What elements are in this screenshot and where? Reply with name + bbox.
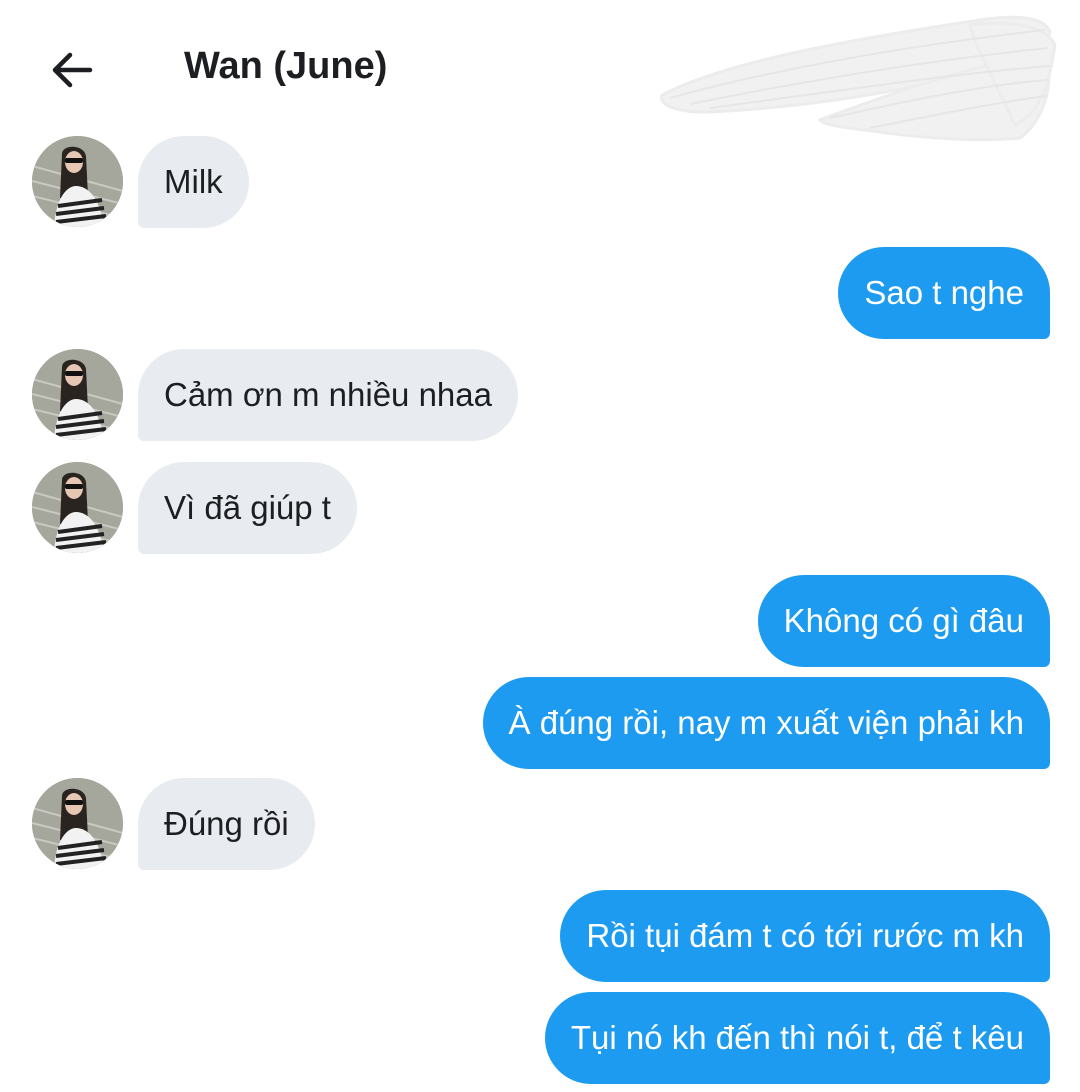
conversation-title[interactable]: Wan (June) (184, 45, 387, 88)
profile-photo-icon (32, 136, 123, 227)
arrow-left-icon (52, 52, 93, 88)
conversation-header: Wan (June) (0, 0, 1080, 142)
profile-photo-icon (32, 778, 123, 869)
incoming-message[interactable]: Vì đã giúp t (138, 462, 357, 554)
profile-photo-icon (32, 349, 123, 440)
avatar[interactable] (32, 462, 123, 553)
incoming-message[interactable]: Milk (138, 136, 249, 228)
profile-photo-icon (32, 462, 123, 553)
avatar[interactable] (32, 778, 123, 869)
avatar[interactable] (32, 349, 123, 440)
back-button[interactable] (40, 40, 104, 100)
outgoing-message[interactable]: À đúng rồi, nay m xuất viện phải kh (482, 677, 1050, 769)
outgoing-message[interactable]: Tụi nó kh đến thì nói t, để t kêu (544, 992, 1050, 1084)
incoming-message[interactable]: Cảm ơn m nhiều nhaa (138, 349, 518, 441)
outgoing-message[interactable]: Không có gì đâu (757, 575, 1050, 667)
incoming-message[interactable]: Đúng rồi (138, 778, 315, 870)
outgoing-message[interactable]: Sao t nghe (838, 247, 1050, 339)
avatar[interactable] (32, 136, 123, 227)
outgoing-message[interactable]: Rồi tụi đám t có tới rước m kh (560, 890, 1050, 982)
redaction-scribble (660, 15, 1057, 142)
